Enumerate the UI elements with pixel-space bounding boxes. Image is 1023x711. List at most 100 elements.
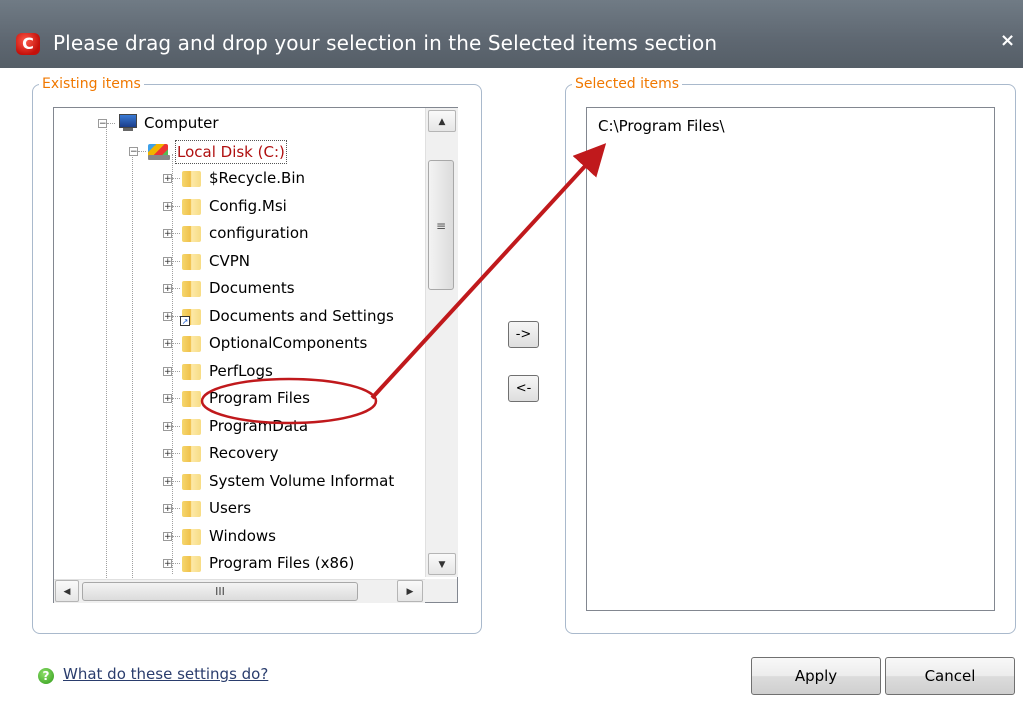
expand-icon[interactable]: + [163, 311, 172, 321]
expand-icon[interactable]: + [163, 339, 172, 349]
expand-icon[interactable]: + [163, 559, 172, 569]
vertical-scroll-thumb[interactable]: ≡ [428, 160, 454, 290]
tree-guide-line [172, 535, 180, 537]
folder-icon [182, 253, 201, 270]
tree-item-label: Documents and Settings [209, 306, 394, 325]
tree-item[interactable]: + Users [54, 495, 426, 521]
folder-icon [182, 418, 201, 435]
expand-icon[interactable]: + [163, 449, 172, 459]
expand-icon[interactable]: + [163, 229, 172, 239]
selected-items-list[interactable]: C:\Program Files\ [586, 107, 995, 611]
tree-item[interactable]: + Program Files [54, 385, 426, 411]
tree-guide-line [172, 398, 180, 399]
tree-guide-line [172, 508, 180, 509]
tree-item-label: Program Files [209, 389, 310, 407]
expand-icon[interactable]: + [163, 284, 172, 294]
tree-item[interactable]: + ProgramData [54, 413, 426, 439]
add-to-selection-button[interactable]: -> [508, 321, 539, 348]
help-link[interactable]: What do these settings do? [63, 665, 268, 683]
tree-item-label: configuration [209, 224, 309, 242]
computer-icon [119, 114, 137, 128]
tree-item-label: Config.Msi [209, 196, 287, 215]
tree-guide-line [107, 123, 115, 124]
folder-icon [182, 446, 201, 462]
selected-items-legend: Selected items [575, 76, 680, 92]
collapse-icon[interactable]: − [129, 146, 138, 156]
tree-guide-line [172, 370, 180, 372]
scroll-down-button[interactable]: ▼ [428, 553, 456, 575]
apply-button[interactable]: Apply [751, 657, 881, 695]
folder-icon [182, 171, 201, 187]
scroll-corner [425, 579, 457, 602]
tree-item[interactable]: + PerfLogs [54, 358, 426, 384]
existing-items-tree[interactable]: − Computer − Local Disk (C:) + $Recycle.Bin + C… [53, 107, 458, 603]
folder-icon [182, 501, 201, 517]
tree-item-label: $Recycle.Bin [209, 169, 306, 187]
tree-item[interactable]: + System Volume Informat [54, 468, 426, 494]
tree-guide-line [172, 315, 180, 317]
tree-item[interactable]: + configuration [54, 220, 426, 246]
tree-item-label: Program Files (x86) [209, 554, 355, 572]
tree-item-label: Documents [209, 279, 295, 297]
tree-item-label: Computer [144, 114, 219, 132]
tree-vertical-scrollbar[interactable]: ▲ ≡ ▼ [425, 108, 458, 577]
existing-items-legend: Existing items [42, 76, 141, 92]
drive-base [148, 154, 170, 160]
folder-icon [182, 363, 201, 380]
tree-guide-line [172, 343, 180, 344]
expand-icon[interactable]: + [163, 531, 172, 541]
tree-item[interactable]: + CVPN [54, 248, 426, 274]
title-bar: C Please drag and drop your selection in… [0, 0, 1023, 68]
scroll-up-button[interactable]: ▲ [428, 110, 456, 132]
tree-item[interactable]: + OptionalComponents [54, 330, 426, 356]
tree-item[interactable]: − Local Disk (C:) [54, 138, 426, 164]
selected-item[interactable]: C:\Program Files\ [598, 117, 725, 135]
expand-icon[interactable]: + [163, 394, 172, 404]
expand-icon[interactable]: + [163, 476, 172, 486]
expand-icon[interactable]: + [163, 256, 172, 266]
tree-item-label: OptionalComponents [209, 334, 368, 352]
tree-item-label: Users [209, 499, 252, 517]
close-icon[interactable]: × [1000, 30, 1015, 51]
tree-item[interactable]: + Program Files (x86) [54, 550, 426, 576]
tree-item[interactable]: + Recovery [54, 440, 426, 466]
tree-item[interactable]: + Documents [54, 275, 426, 301]
app-logo-icon: C [16, 33, 40, 55]
folder-icon [182, 336, 201, 352]
tree-item[interactable]: + ↗ Documents and Settings [54, 303, 426, 329]
tree-item[interactable]: − Computer [54, 110, 426, 136]
tree-guide-line [172, 260, 180, 262]
tree-item-label: ProgramData [209, 416, 309, 435]
tree-guide-line [172, 288, 180, 289]
collapse-icon[interactable]: − [98, 119, 107, 129]
expand-icon[interactable]: + [163, 421, 172, 431]
folder-icon [182, 226, 201, 242]
tree-horizontal-scrollbar[interactable]: ◀ III ▶ [54, 579, 425, 603]
tree-guide-line [138, 150, 146, 152]
expand-icon[interactable]: + [163, 174, 172, 184]
expand-icon[interactable]: + [163, 504, 172, 514]
tree-item[interactable]: + Windows [54, 523, 426, 549]
help-icon[interactable]: ? [38, 668, 54, 684]
tree-item-label: CVPN [209, 251, 251, 270]
tree-item-label: System Volume Informat [209, 471, 395, 490]
tree-item[interactable]: + Config.Msi [54, 193, 426, 219]
horizontal-scroll-thumb[interactable]: III [82, 582, 358, 601]
computer-stand [123, 128, 133, 131]
cancel-button[interactable]: Cancel [885, 657, 1015, 695]
tree-guide-line [172, 480, 180, 482]
scroll-right-button[interactable]: ▶ [397, 580, 423, 602]
tree-guide-line [172, 453, 180, 454]
folder-icon [182, 473, 201, 490]
dialog-title: Please drag and drop your selection in t… [53, 31, 718, 55]
scroll-left-button[interactable]: ◀ [55, 580, 79, 602]
expand-icon[interactable]: + [163, 201, 172, 211]
tree-guide-line [172, 178, 180, 179]
shortcut-arrow-icon: ↗ [180, 315, 190, 326]
folder-icon [182, 281, 201, 297]
tree-guide-line [172, 425, 180, 427]
tree-guide-line [172, 563, 180, 564]
remove-from-selection-button[interactable]: <- [508, 375, 539, 402]
expand-icon[interactable]: + [163, 366, 172, 376]
tree-item[interactable]: + $Recycle.Bin [54, 165, 426, 191]
